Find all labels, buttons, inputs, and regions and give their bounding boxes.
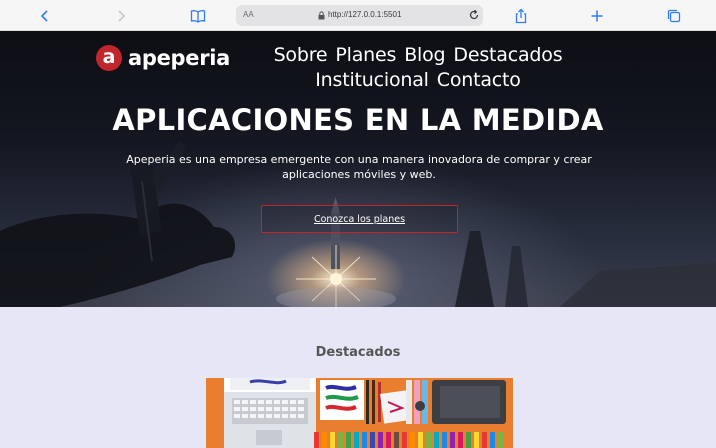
lock-icon (318, 11, 325, 20)
designer-desk-illustration (224, 378, 506, 448)
featured-section: Destacados (0, 307, 716, 448)
back-button[interactable] (34, 5, 56, 27)
hero-title: APLICACIONES EN LA MEDIDA (112, 103, 604, 137)
share-button[interactable] (510, 5, 532, 27)
tabs-icon (667, 9, 681, 23)
nav-link-sobre[interactable]: Sobre (274, 44, 328, 66)
featured-illustration[interactable] (206, 378, 513, 448)
nav-link-institucional[interactable]: Institucional (315, 69, 429, 91)
hero-section: a apeperia Sobre Planes Blog Destacados Inst… (0, 31, 716, 307)
plans-cta-button[interactable]: Conozca los planes (261, 205, 458, 233)
text-size-button[interactable]: AA (243, 10, 254, 19)
tabs-overview-button[interactable] (663, 5, 685, 27)
nav-link-planes[interactable]: Planes (335, 44, 396, 66)
forward-button[interactable] (110, 5, 132, 27)
main-nav: Sobre Planes Blog Destacados Institucional Co… (262, 43, 574, 93)
browser-toolbar: AA http://127.0.0.1:5501 (0, 0, 716, 31)
chevron-right-icon (118, 10, 126, 22)
nav-link-destacados[interactable]: Destacados (453, 44, 562, 66)
reload-icon[interactable] (468, 9, 480, 21)
chevron-left-icon (40, 10, 48, 22)
bookmarks-button[interactable] (187, 5, 209, 27)
address-bar[interactable]: AA http://127.0.0.1:5501 (236, 5, 483, 26)
featured-title: Destacados (315, 345, 401, 360)
logo-badge: a (96, 45, 122, 71)
hero-subtitle: Apeperia es una empresa emergente con un… (126, 153, 592, 181)
nav-link-blog[interactable]: Blog (404, 44, 445, 66)
site-logo[interactable]: a apeperia (96, 45, 230, 71)
url-text: http://127.0.0.1:5501 (328, 10, 402, 19)
logo-text: apeperia (128, 46, 231, 70)
book-icon (190, 10, 206, 23)
share-icon (515, 8, 527, 24)
plus-icon (591, 10, 603, 22)
nav-link-contacto[interactable]: Contacto (437, 69, 521, 91)
new-tab-button[interactable] (586, 5, 608, 27)
